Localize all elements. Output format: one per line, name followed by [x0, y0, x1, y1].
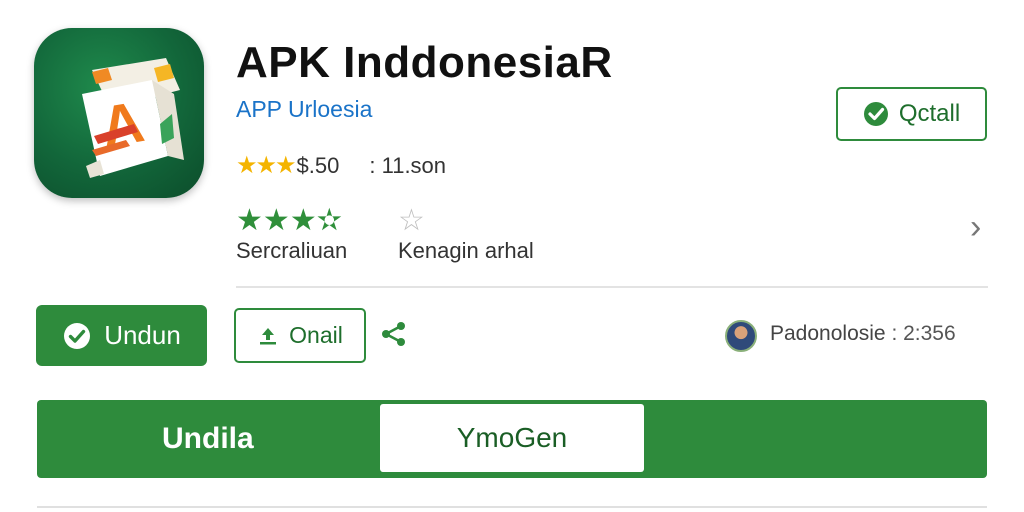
rating-right-label: Kenagin arhal — [398, 238, 534, 263]
check-badge-icon — [863, 102, 888, 126]
onail-label: Onail — [289, 322, 343, 348]
publisher-info: Padonolosie : 2:356 — [770, 322, 956, 346]
divider — [37, 506, 987, 508]
share-icon[interactable] — [380, 320, 408, 348]
tab-ymogen[interactable]: YmoGen — [380, 404, 644, 472]
developer-link[interactable]: APP Urloesia — [236, 96, 372, 123]
rating-row: ★ ★ ★ $.50 : 11.son — [236, 152, 446, 180]
publisher-avatar[interactable] — [725, 320, 757, 352]
star-icon: ★ — [289, 204, 317, 237]
publisher-count: : 2:356 — [891, 322, 956, 345]
star-icon: ★ — [236, 152, 258, 179]
star-icon: ★ — [262, 204, 290, 237]
rating-stars-green: ★ ★ ★ ✫ — [236, 206, 342, 236]
install-label: Qctall — [898, 100, 961, 127]
star-icon: ★ — [255, 152, 278, 179]
star-outline-icon: ✫ — [316, 204, 342, 237]
star-icon: ★ — [236, 204, 263, 237]
downloads-text: : 11.son — [369, 153, 447, 178]
onail-button[interactable]: Onail — [234, 308, 366, 363]
undun-label: Undun — [104, 320, 181, 350]
divider — [236, 286, 988, 288]
publisher-name: Padonolosie — [770, 322, 886, 345]
install-button[interactable]: Qctall — [836, 87, 987, 141]
star-empty-icon: ☆ — [398, 204, 425, 237]
tab-bar: Undila YmoGen — [37, 400, 987, 478]
star-icon: ★ — [275, 152, 297, 179]
app-title: APK InddonesiaR — [236, 38, 613, 87]
chevron-right-icon[interactable]: › — [970, 210, 981, 244]
upload-icon — [260, 327, 277, 344]
check-circle-icon — [64, 322, 91, 349]
rating-left-label: Sercraliuan — [236, 238, 348, 263]
undun-button[interactable]: Undun — [36, 305, 207, 366]
price-text: $.50 — [296, 153, 340, 178]
app-logo-icon: A — [34, 28, 204, 198]
tab-undila[interactable]: Undila — [162, 422, 254, 456]
